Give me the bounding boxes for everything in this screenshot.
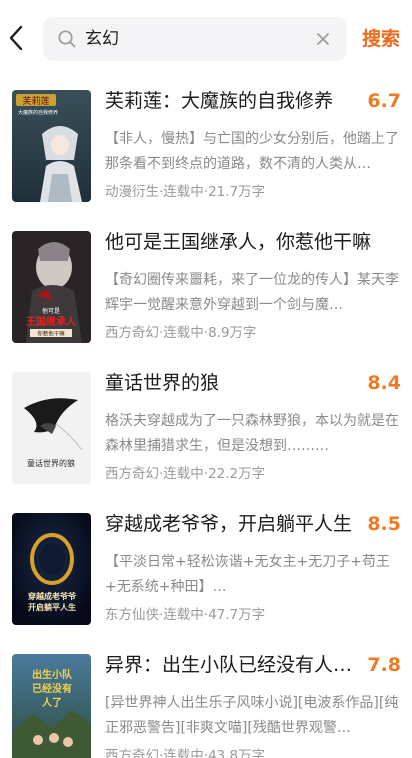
search-icon (58, 30, 76, 48)
book-cover: 穿越成老爷爷 开启躺平人生 (12, 513, 91, 625)
book-item[interactable]: 他可是 王国继承人 你惹他干嘛 他可是王国继承人，你惹他干嘛 【奇幻圈传来噩耗，… (0, 223, 412, 364)
book-description: 【平淡日常+轻松诙谐+无女主+无刀子+苟王+无系统+种田】… (105, 554, 390, 595)
book-cover: 他可是 王国继承人 你惹他干嘛 (12, 231, 91, 343)
book-meta: 动漫衍生·连载中·21.7万字 (105, 184, 266, 200)
book-item[interactable]: 童话世界的狼 童话世界的狼 8.4 格沃夫穿越成为了一只森林野狼，本以为就是在森… (0, 364, 412, 505)
book-meta: 西方奇幻·连载中·22.2万字 (105, 466, 266, 482)
book-score: 8.5 (367, 513, 401, 535)
clear-icon[interactable] (315, 31, 331, 47)
book-title: 异界：出生小队已经没有人… (105, 654, 353, 676)
book-score: 7.8 (367, 654, 401, 676)
book-description: 格沃夫穿越成为了一只森林野狼，本以为就是在森林里捕猎求生，但是没想到……… (105, 413, 399, 454)
cover-title: 童话世界的狼 (27, 458, 75, 468)
search-box[interactable] (43, 17, 347, 61)
book-description: 【奇幻圈传来噩耗，来了一位龙的传人】某天李辉宇一觉醒来意外穿越到一个剑与魔… (105, 272, 399, 313)
cover-subtitle: 你惹他干嘛 (37, 330, 65, 338)
cover-title: 芙莉莲 (22, 95, 49, 107)
cover-title: 王国继承人 (26, 315, 77, 328)
cover-title: 穿越成老爷爷 (28, 591, 77, 601)
book-score: 8.4 (367, 372, 401, 394)
cover-subtitle: 大魔族的自我修养 (18, 109, 58, 116)
chevron-left-icon (9, 25, 23, 51)
book-title: 穿越成老爷爷，开启躺平人生 (105, 513, 353, 535)
book-item[interactable]: 出生小队 已经没有 人了 异界：出生小队已经没有人… 7.8 [异世界神人出生乐… (0, 646, 412, 758)
book-meta: 西方奇幻·连载中·8.9万字 (105, 325, 257, 341)
cover-title: 人了 (42, 696, 62, 709)
search-input[interactable] (85, 17, 305, 61)
book-cover: 芙莉莲 大魔族的自我修养 (12, 90, 91, 202)
book-item[interactable]: 芙莉莲 大魔族的自我修养 芙莉莲：大魔族的自我修养 6.7 【非人，慢热】与亡国… (0, 82, 412, 223)
cover-title: 已经没有 (32, 682, 72, 695)
cover-subtitle: 开启躺平人生 (28, 602, 76, 612)
book-score: 6.7 (367, 90, 401, 112)
book-title: 芙莉莲：大魔族的自我修养 (105, 90, 334, 112)
book-meta: 东方仙侠·连载中·47.7万字 (105, 607, 266, 623)
search-button[interactable]: 搜索 (362, 22, 400, 56)
book-description: 【非人，慢热】与亡国的少女分别后，他踏上了那条看不到终点的道路，数不清的人类从… (105, 131, 399, 172)
top-bar: 搜索 (0, 0, 412, 74)
cover-title: 出生小队 (32, 668, 73, 681)
cover-title: 他可是 (42, 307, 60, 315)
back-button[interactable] (4, 22, 28, 54)
book-cover: 童话世界的狼 (12, 372, 91, 484)
book-title: 童话世界的狼 (105, 372, 220, 394)
book-cover: 出生小队 已经没有 人了 (12, 654, 91, 758)
book-description: [异世界神人出生乐子风味小说][电波系作品][纯正邪恶警告][非爽文喵][残酷世… (105, 695, 399, 736)
book-title: 他可是王国继承人，你惹他干嘛 (105, 231, 372, 253)
book-meta: 西方奇幻·连载中·43.8万字 (105, 748, 266, 758)
book-item[interactable]: 穿越成老爷爷 开启躺平人生 穿越成老爷爷，开启躺平人生 8.5 【平淡日常+轻松… (0, 505, 412, 646)
